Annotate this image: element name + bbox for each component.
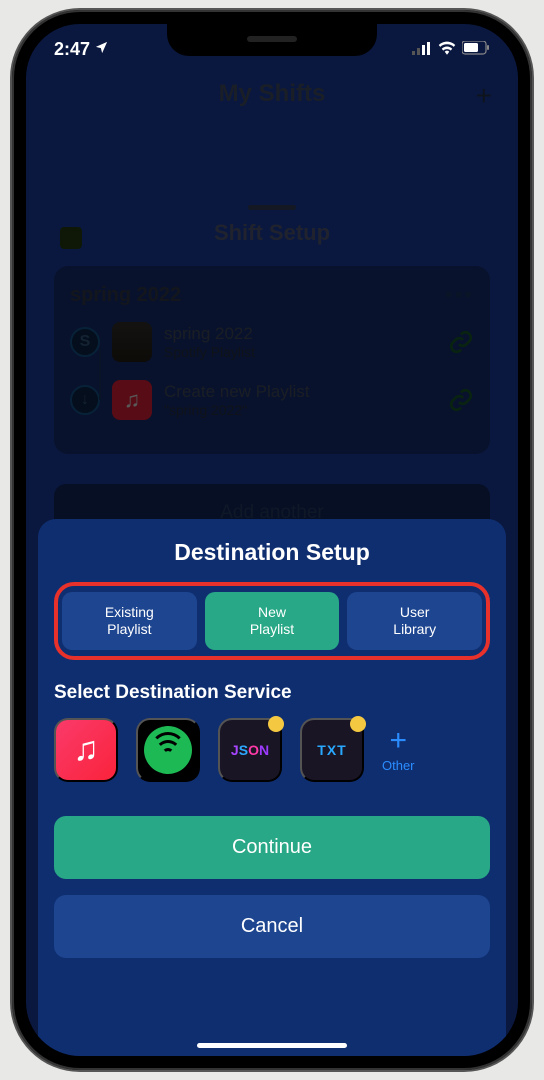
other-label: Other [382,758,415,773]
service-other[interactable]: + Other [382,726,415,773]
sheet-title: Shift Setup [38,220,506,246]
more-icon[interactable]: ••• [445,282,474,308]
dest-subtitle: "spring 2022" [164,402,436,418]
spotify-icon [144,726,192,774]
playlist-thumbnail [112,322,152,362]
phone-frame: 2:47 My Shifts + [12,10,532,1070]
notch [167,24,377,56]
segment-user-library[interactable]: User Library [347,592,482,650]
page-title: My Shifts [219,80,326,107]
card-title: spring 2022 [70,284,181,307]
json-icon: JSON [231,742,269,758]
dest-title: Create new Playlist [164,382,436,402]
premium-badge-icon [268,716,284,732]
segment-control: Existing Playlist New Playlist User Libr… [62,592,482,650]
home-indicator[interactable] [197,1043,347,1048]
link-icon[interactable] [448,329,474,355]
service-txt[interactable]: TXT [300,718,364,782]
background-layer: My Shifts + Shift Setup spring 2022 ••• … [26,80,518,108]
export-icon[interactable] [60,227,82,249]
highlight-annotation: Existing Playlist New Playlist User Libr… [54,582,490,660]
source-title: spring 2022 [164,324,436,344]
destination-row[interactable]: ↓ ♫ Create new Playlist "spring 2022" [70,380,474,420]
plus-icon: + [389,726,407,756]
sheet-handle[interactable] [248,205,296,210]
wifi-icon [438,39,456,60]
location-arrow-icon [94,39,109,60]
service-spotify[interactable] [136,718,200,782]
premium-badge-icon [350,716,366,732]
segment-existing-playlist[interactable]: Existing Playlist [62,592,197,650]
music-note-icon: ♫ [73,730,99,769]
continue-button[interactable]: Continue [54,816,490,879]
source-subtitle: Spotify Playlist [164,344,436,360]
service-row: ♫ JSON TXT + Other [54,718,490,782]
plus-icon[interactable]: + [476,80,492,112]
shift-card: spring 2022 ••• S spring 2022 Spotify Pl… [54,266,490,454]
destination-setup-sheet: Destination Setup Existing Playlist New … [38,519,506,1056]
segment-new-playlist[interactable]: New Playlist [205,592,340,650]
txt-icon: TXT [317,742,346,758]
cellular-icon [412,39,432,60]
battery-icon [462,39,490,60]
apple-music-icon: ♫ [112,380,152,420]
connector-line [99,350,101,400]
cancel-button[interactable]: Cancel [54,895,490,958]
source-badge-icon: S [70,327,100,357]
status-time: 2:47 [54,39,90,60]
service-json[interactable]: JSON [218,718,282,782]
overlay-title: Destination Setup [54,539,490,566]
phone-screen: 2:47 My Shifts + [26,24,518,1056]
source-row[interactable]: S spring 2022 Spotify Playlist [70,322,474,362]
download-badge-icon: ↓ [70,385,100,415]
link-icon[interactable] [448,387,474,413]
service-apple-music[interactable]: ♫ [54,718,118,782]
select-service-label: Select Destination Service [54,682,490,704]
